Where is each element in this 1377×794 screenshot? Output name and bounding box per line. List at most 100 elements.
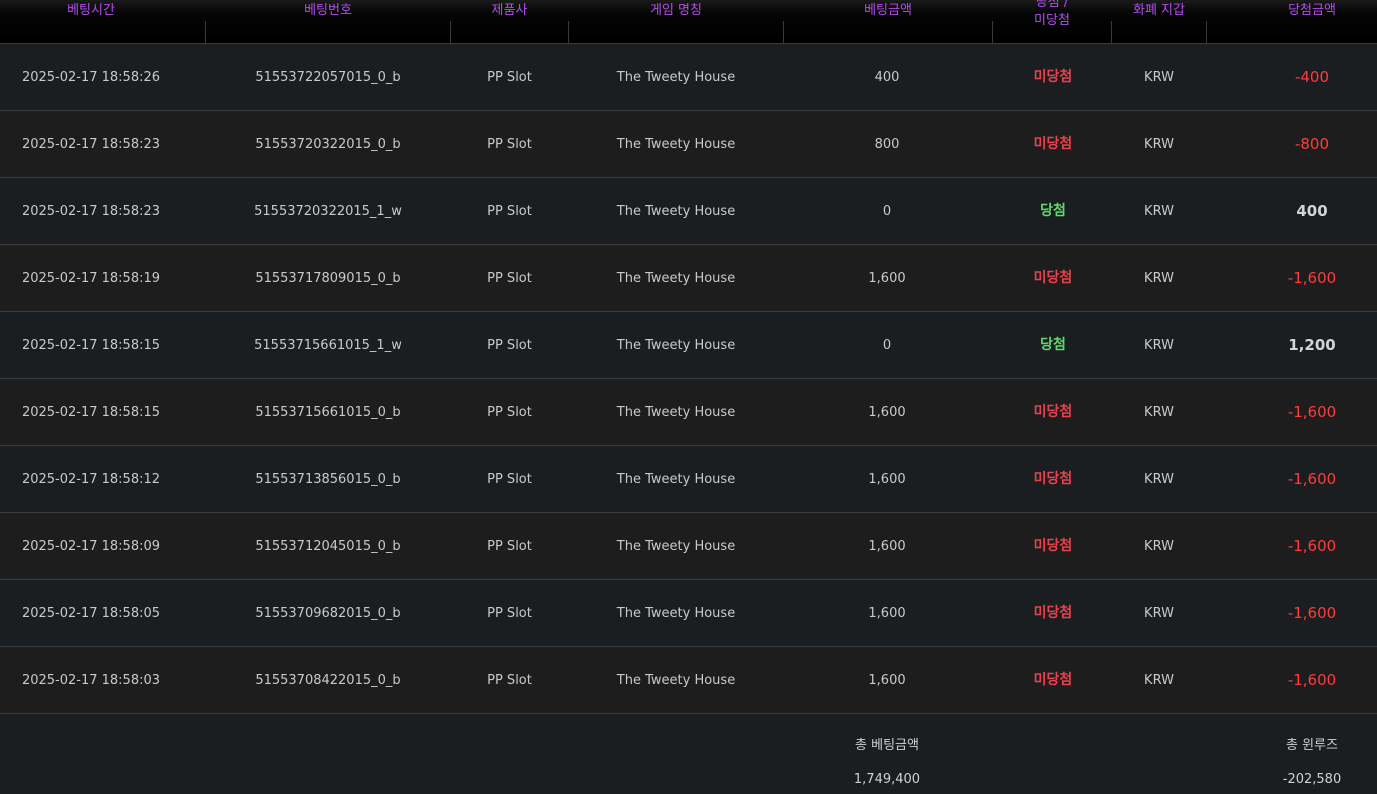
- currency-cell: KRW: [1144, 70, 1174, 85]
- provider-cell: PP Slot: [487, 606, 532, 621]
- win-amount-cell: 400: [1296, 202, 1328, 220]
- win-amount-cell: -1,600: [1287, 537, 1337, 555]
- bet-number-cell: 51553720322015_0_b: [255, 137, 401, 152]
- header-bet-time: 베팅시간: [0, 0, 182, 43]
- table-row: 2025-02-17 18:58:15 51553715661015_0_b PP …: [0, 379, 1377, 446]
- bet-time-cell: 2025-02-17 18:58:23: [21, 137, 161, 152]
- bet-number-cell: 51553708422015_0_b: [255, 673, 401, 688]
- result-cell: 당첨: [1040, 337, 1066, 353]
- game-name-cell: The Tweety House: [616, 137, 736, 152]
- currency-cell: KRW: [1144, 338, 1174, 353]
- header-bet-amount: 베팅금액: [784, 0, 992, 43]
- result-cell: 미당첨: [1033, 672, 1073, 688]
- bet-amount-cell: 1,600: [868, 405, 906, 420]
- bet-number-cell: 51553713856015_0_b: [255, 472, 401, 487]
- bet-number-cell: 51553715661015_1_w: [254, 338, 402, 353]
- currency-cell: KRW: [1144, 539, 1174, 554]
- total-winloss-label: 총 윈루즈: [1286, 738, 1338, 753]
- currency-cell: KRW: [1144, 472, 1174, 487]
- table-row: 2025-02-17 18:58:05 51553709682015_0_b PP …: [0, 580, 1377, 647]
- bet-number-cell: 51553709682015_0_b: [255, 606, 401, 621]
- provider-cell: PP Slot: [487, 70, 532, 85]
- table-row: 2025-02-17 18:58:23 51553720322015_0_b PP …: [0, 111, 1377, 178]
- header-game-name: 게임 명칭: [569, 0, 783, 43]
- provider-cell: PP Slot: [487, 472, 532, 487]
- game-name-cell: The Tweety House: [616, 539, 736, 554]
- result-cell: 미당첨: [1033, 270, 1073, 286]
- provider-cell: PP Slot: [487, 338, 532, 353]
- game-name-cell: The Tweety House: [616, 338, 736, 353]
- result-cell: 당첨: [1040, 203, 1066, 219]
- header-win-amount: 당첨금액: [1207, 0, 1377, 43]
- game-name-cell: The Tweety House: [616, 271, 736, 286]
- currency-cell: KRW: [1144, 137, 1174, 152]
- win-amount-cell: -1,600: [1287, 403, 1337, 421]
- bet-amount-cell: 400: [874, 70, 900, 85]
- provider-cell: PP Slot: [487, 539, 532, 554]
- header-result-line1: 당첨 /: [1035, 0, 1069, 10]
- table-header: 베팅시간 베팅번호 제품사 게임 명칭 베팅금액 당첨 / 미당첨 화폐 지갑: [0, 0, 1377, 44]
- win-amount-cell: 1,200: [1288, 336, 1336, 354]
- bet-amount-cell: 1,600: [868, 606, 906, 621]
- total-bet-label: 총 베팅금액: [855, 738, 919, 753]
- bet-time-cell: 2025-02-17 18:58:15: [21, 405, 161, 420]
- bet-history-page: 베팅시간 베팅번호 제품사 게임 명칭 베팅금액 당첨 / 미당첨 화폐 지갑: [0, 0, 1377, 794]
- result-cell: 미당첨: [1033, 605, 1073, 621]
- win-amount-cell: -400: [1294, 68, 1330, 86]
- header-bet-number: 베팅번호: [206, 0, 450, 43]
- header-provider: 제품사: [451, 0, 568, 43]
- win-amount-cell: -800: [1294, 135, 1330, 153]
- bet-number-cell: 51553715661015_0_b: [255, 405, 401, 420]
- header-win-amount-label: 당첨금액: [1288, 3, 1336, 18]
- currency-cell: KRW: [1144, 271, 1174, 286]
- table-row: 2025-02-17 18:58:15 51553715661015_1_w PP …: [0, 312, 1377, 379]
- bet-number-cell: 51553720322015_1_w: [254, 204, 402, 219]
- game-name-cell: The Tweety House: [616, 606, 736, 621]
- header-result-line2: 미당첨: [1034, 13, 1070, 28]
- header-bet-time-label: 베팅시간: [67, 3, 115, 18]
- game-name-cell: The Tweety House: [616, 673, 736, 688]
- table-row: 2025-02-17 18:58:03 51553708422015_0_b PP …: [0, 647, 1377, 714]
- total-winloss-value: -202,580: [1282, 772, 1342, 787]
- bet-amount-cell: 800: [874, 137, 900, 152]
- bet-number-cell: 51553717809015_0_b: [255, 271, 401, 286]
- game-name-cell: The Tweety House: [616, 405, 736, 420]
- table-row: 2025-02-17 18:58:23 51553720322015_1_w PP …: [0, 178, 1377, 245]
- header-provider-label: 제품사: [491, 3, 528, 18]
- result-cell: 미당첨: [1033, 538, 1073, 554]
- bet-number-cell: 51553712045015_0_b: [255, 539, 401, 554]
- bet-amount-cell: 1,600: [868, 539, 906, 554]
- currency-cell: KRW: [1144, 204, 1174, 219]
- table-row: 2025-02-17 18:58:12 51553713856015_0_b PP …: [0, 446, 1377, 513]
- currency-cell: KRW: [1144, 673, 1174, 688]
- summary-section: 총 베팅금액 1,749,400 총 윈루즈 -202,580: [0, 714, 1377, 794]
- provider-cell: PP Slot: [487, 204, 532, 219]
- bet-amount-cell: 1,600: [868, 271, 906, 286]
- bet-time-cell: 2025-02-17 18:58:23: [21, 204, 161, 219]
- bet-amount-cell: 0: [882, 204, 892, 219]
- header-result: 당첨 / 미당첨: [993, 0, 1111, 43]
- bet-time-cell: 2025-02-17 18:58:05: [21, 606, 161, 621]
- bet-time-cell: 2025-02-17 18:58:09: [21, 539, 161, 554]
- win-amount-cell: -1,600: [1287, 269, 1337, 287]
- result-cell: 미당첨: [1033, 136, 1073, 152]
- bet-amount-cell: 1,600: [868, 673, 906, 688]
- win-amount-cell: -1,600: [1287, 671, 1337, 689]
- header-currency-label: 화폐 지갑: [1133, 3, 1185, 18]
- currency-cell: KRW: [1144, 405, 1174, 420]
- header-bet-amount-label: 베팅금액: [864, 3, 912, 18]
- result-cell: 미당첨: [1033, 404, 1073, 420]
- game-name-cell: The Tweety House: [616, 70, 736, 85]
- table-row: 2025-02-17 18:58:09 51553712045015_0_b PP …: [0, 513, 1377, 580]
- header-bet-number-label: 베팅번호: [304, 3, 352, 18]
- result-cell: 미당첨: [1033, 471, 1073, 487]
- bet-time-cell: 2025-02-17 18:58:19: [21, 271, 161, 286]
- provider-cell: PP Slot: [487, 271, 532, 286]
- bet-time-cell: 2025-02-17 18:58:12: [21, 472, 161, 487]
- win-amount-cell: -1,600: [1287, 470, 1337, 488]
- win-amount-cell: -1,600: [1287, 604, 1337, 622]
- bet-number-cell: 51553722057015_0_b: [255, 70, 401, 85]
- total-bet-value: 1,749,400: [853, 772, 921, 787]
- provider-cell: PP Slot: [487, 137, 532, 152]
- bet-time-cell: 2025-02-17 18:58:15: [21, 338, 161, 353]
